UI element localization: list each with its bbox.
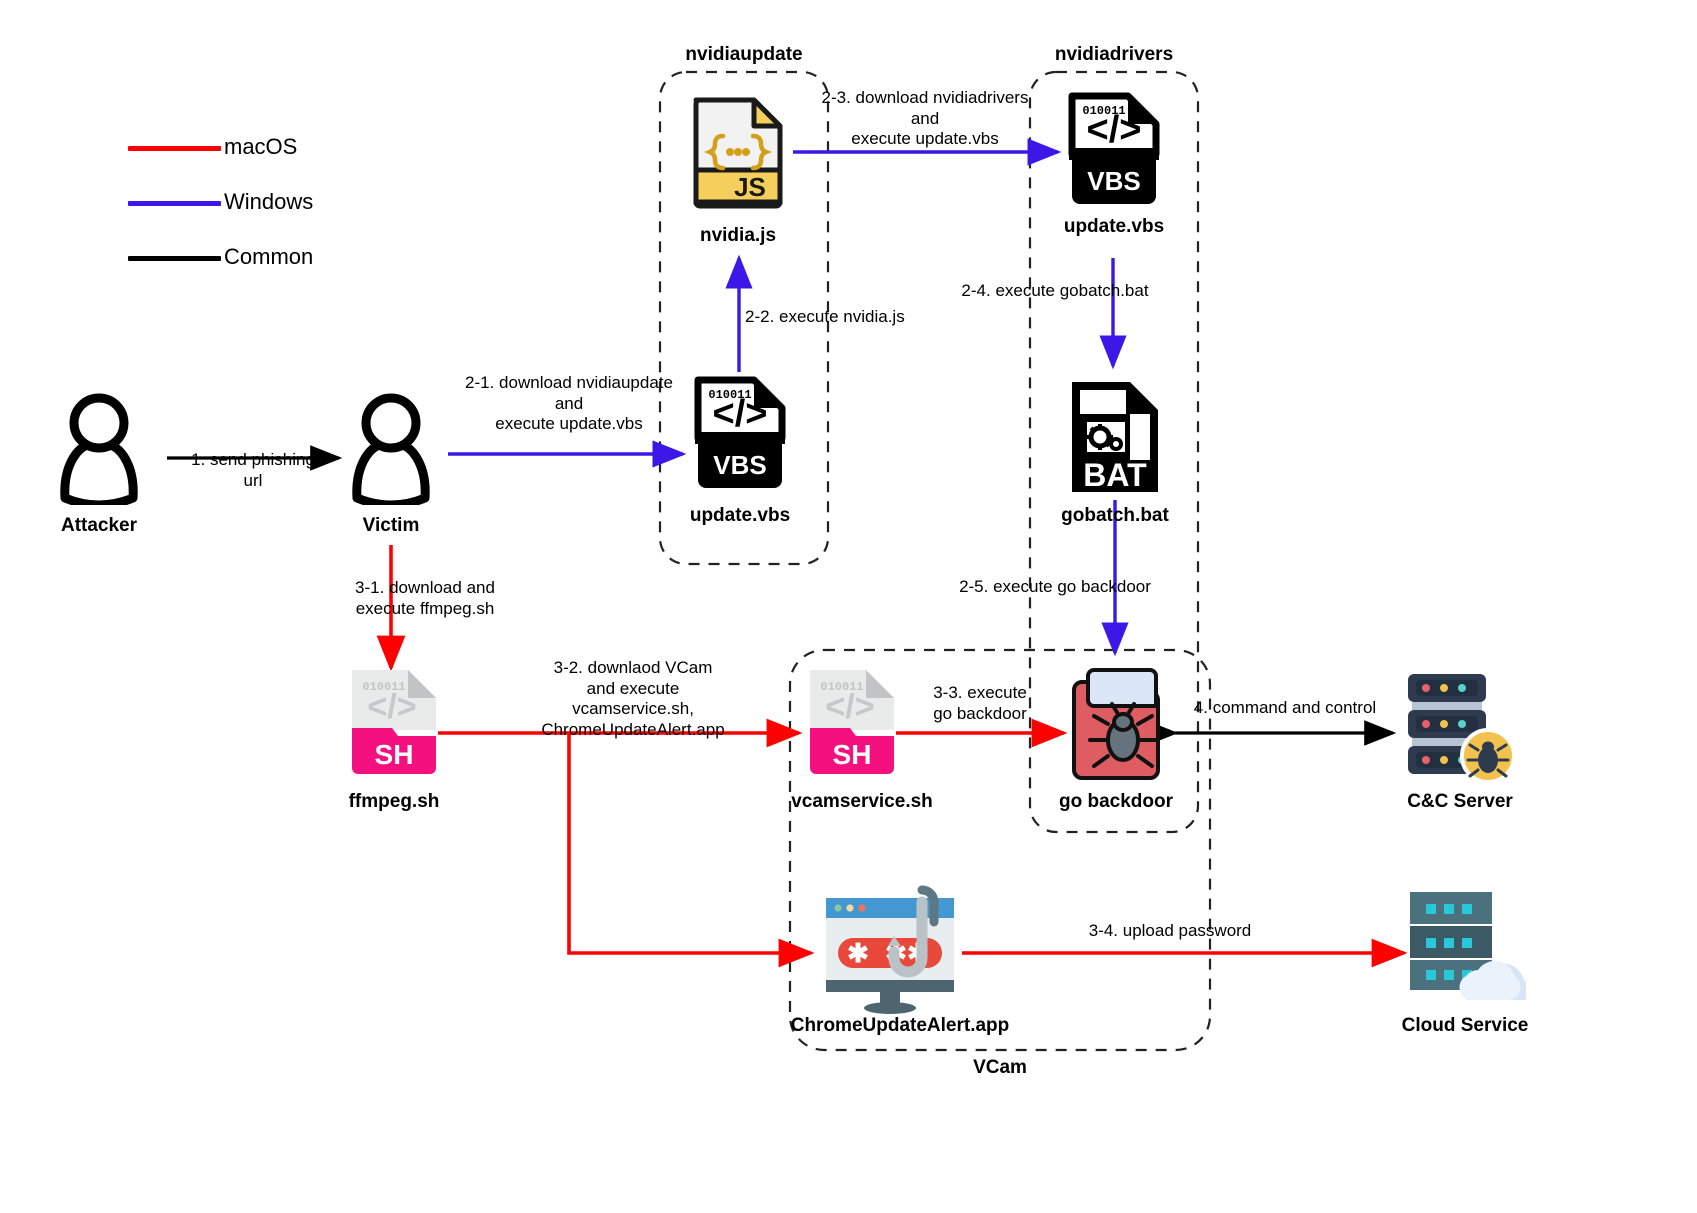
edge-label-3-1: 3-1. download and execute ffmpeg.sh [300,578,550,619]
node-label-update-vbs-2: update.vbs [1063,216,1165,237]
binary-icon-text: 010011 [362,680,405,694]
edge-label-2-1: 2-1. download nvidiaupdate and execute u… [444,373,694,435]
edge-label-3-2-line-2: and execute [586,678,680,698]
node-cc-server[interactable] [1400,668,1518,786]
person-icon [352,393,430,510]
node-label-ffmpeg-sh: ffmpeg.sh [348,791,440,812]
edge-label-2-4: 2-4. execute gobatch.bat [930,281,1180,302]
vbs-file-icon: </> 010011 VBS [694,376,786,488]
node-label-vcamservice-sh: vcamservice.sh [791,791,933,812]
edge-label-3-2-line-4: ChromeUpdateAlert.app [541,720,725,740]
node-label-go-backdoor: go backdoor [1058,791,1173,812]
js-icon-text: JS [734,172,766,202]
edge-label-2-3-line-2: and [910,108,940,128]
sh-icon-text: SH [833,739,872,770]
edge-label-2-3: 2-3. download nvidiadrivers and execute … [800,88,1050,150]
node-label-update-vbs-1: update.vbs [689,505,791,526]
legend-label-common: Common [224,244,314,269]
edge-3-2-branch-arrow [567,733,815,968]
node-label-victim: Victim [362,515,420,536]
node-nvidia-js[interactable]: JS [690,92,786,210]
edge-label-2-5-line-1: 2-5. execute go backdoor [959,577,1151,596]
vbs-icon-text: VBS [713,450,766,480]
edge-label-3-3-line-2: go backdoor [933,703,1027,723]
diagram-canvas: macOS Windows Common nvidiaupdate nvidia… [0,0,1697,1213]
bug-malware-icon [1072,668,1160,780]
server-bug-icon [1408,674,1516,784]
node-update-vbs-2[interactable]: </> 010011 VBS [1068,92,1160,208]
phishing-password-icon: ✱ ✱ ✱ [826,885,954,1014]
group-label-vcam: VCam [973,1057,1027,1078]
edge-label-3-2: 3-2. downlaod VCam and execute vcamservi… [508,658,758,741]
node-label-attacker: Attacker [60,515,138,536]
edge-label-3-1-line-2: execute ffmpeg.sh [355,598,495,618]
sh-file-icon: </> 010011 SH [352,670,436,774]
edge-label-3-1-line-1: 3-1. download and [355,578,495,597]
edge-label-3-4-line-1: 3-4. upload password [1088,921,1252,940]
node-victim[interactable] [347,390,435,510]
edge-label-2-3-line-3: execute update.vbs [851,129,999,149]
js-file-icon: JS [693,97,783,209]
edge-label-3-3-line-1: 3-3. execute [933,683,1027,702]
edge-label-1-line-2: url [243,470,263,490]
binary-icon-text: 010011 [1082,104,1125,118]
bat-file-icon: BAT [1072,382,1158,493]
edge-label-2-3-line-1: 2-3. download nvidiadrivers [821,88,1029,107]
node-go-backdoor[interactable] [1066,664,1166,780]
group-label-nvidiadrivers: nvidiadrivers [1054,44,1174,65]
edge-label-2-1-line-1: 2-1. download nvidiaupdate [465,373,673,392]
sh-icon-text: SH [375,739,414,770]
edge-label-2-4-line-1: 2-4. execute gobatch.bat [961,281,1149,300]
group-label-nvidiaupdate: nvidiaupdate [685,44,803,65]
node-label-cc-server: C&C Server [1407,791,1513,812]
edge-label-4-line-1: 4. command and control [1193,698,1377,717]
edge-label-2-2-line-1: 2-2. execute nvidia.js [745,307,905,326]
legend-line-macos [128,146,221,151]
node-attacker[interactable] [55,390,143,510]
binary-icon-text: 010011 [708,388,751,402]
edge-label-3-2-line-3: vcamservice.sh, [572,699,694,719]
vbs-icon-text: VBS [1087,166,1140,196]
edge-label-1-line-1: 1. send phishing [191,450,315,469]
edge-label-2-1-line-3: execute update.vbs [495,414,643,434]
node-chromeupdatealert-app[interactable]: ✱ ✱ ✱ [818,880,962,1015]
node-ffmpeg-sh[interactable]: </> 010011 SH [348,666,440,778]
edge-label-3-3: 3-3. execute go backdoor [890,683,1070,724]
node-label-gobatch-bat: gobatch.bat [1061,505,1169,526]
edge-label-3-4: 3-4. upload password [1020,921,1320,942]
bat-icon-text: BAT [1083,457,1147,493]
node-label-nvidia-js: nvidia.js [699,225,777,246]
edge-label-2-5: 2-5. execute go backdoor [925,577,1185,598]
legend-label-windows: Windows [224,189,314,214]
edge-label-1: 1. send phishing url [163,450,343,491]
legend-line-windows [128,201,221,206]
node-vcamservice-sh[interactable]: </> 010011 SH [806,666,898,778]
svg-text:✱: ✱ [847,938,869,968]
vbs-file-icon: </> 010011 VBS [1068,92,1160,204]
edge-label-3-2-line-1: 3-2. downlaod VCam [553,658,713,677]
node-cloud-service[interactable] [1404,888,1533,1007]
edge-label-2-1-line-2: and [554,393,584,413]
legend-label-macos: macOS [224,134,298,159]
node-update-vbs-1[interactable]: </> 010011 VBS [694,376,786,492]
node-label-cloud-service: Cloud Service [1401,1015,1529,1036]
cloud-server-icon [1410,892,1533,1007]
sh-file-icon: </> 010011 SH [810,670,894,774]
node-label-chromeupdatealert-app: ChromeUpdateAlert.app [790,1015,1010,1036]
edge-label-2-2: 2-2. execute nvidia.js [745,307,975,328]
node-gobatch-bat[interactable]: BAT [1068,378,1162,496]
person-icon [60,393,138,510]
binary-icon-text: 010011 [820,680,863,694]
legend-line-common [128,256,221,261]
edge-label-4: 4. command and control [1180,698,1390,719]
